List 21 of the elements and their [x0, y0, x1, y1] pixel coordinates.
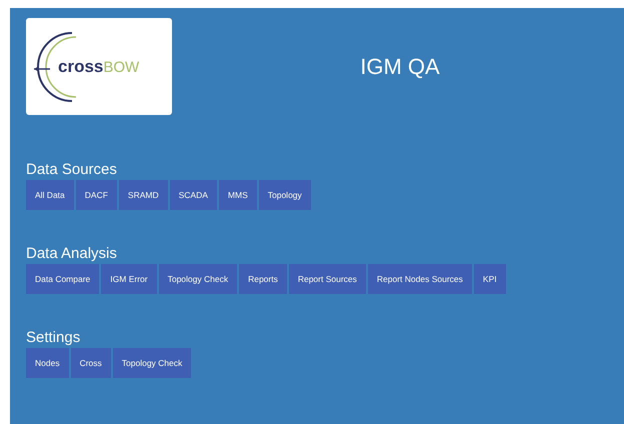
nav-button[interactable]: Nodes: [26, 348, 69, 378]
nav-button[interactable]: Report Sources: [288, 264, 366, 294]
nav-button[interactable]: All Data: [26, 180, 74, 210]
nav-button[interactable]: Topology: [258, 180, 311, 210]
nav-button[interactable]: IGM Error: [101, 264, 157, 294]
nav-button[interactable]: Cross: [70, 348, 111, 378]
nav-button[interactable]: MMS: [218, 180, 257, 210]
section-heading: Data Analysis: [26, 244, 118, 264]
nav-button[interactable]: SCADA: [170, 180, 217, 210]
page-title: IGM QA: [359, 54, 441, 80]
nav-button[interactable]: Topology Check: [112, 348, 192, 378]
section-heading: Data Sources: [26, 160, 118, 180]
nav-button[interactable]: Report Nodes Sources: [368, 264, 472, 294]
nav-button[interactable]: DACF: [76, 180, 117, 210]
section-heading: Settings: [26, 328, 82, 348]
nav-button[interactable]: Data Compare: [26, 264, 100, 294]
nav-button[interactable]: KPI: [474, 264, 506, 294]
nav-button[interactable]: Topology Check: [158, 264, 238, 294]
logo-text: crossBOW: [57, 56, 140, 76]
nav-button[interactable]: Reports: [239, 264, 287, 294]
nav-button[interactable]: SRAMD: [118, 180, 168, 210]
